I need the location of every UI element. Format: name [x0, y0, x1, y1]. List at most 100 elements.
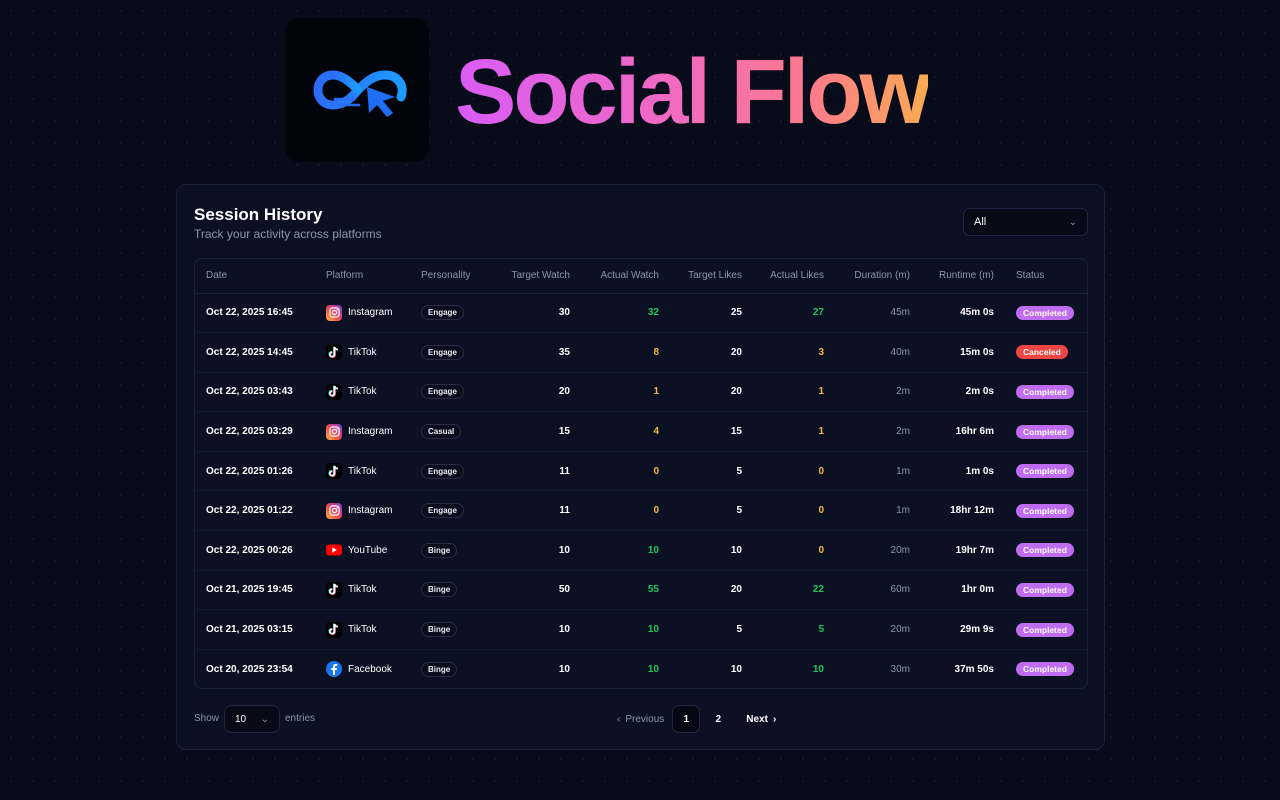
- next-page-button[interactable]: Next ›: [736, 714, 786, 725]
- table-row[interactable]: Oct 22, 2025 03:29 Instagram Casual 15 4 15 1 2…: [195, 411, 1087, 452]
- column-header[interactable]: Date: [195, 259, 315, 294]
- target-watch-cell: 30: [490, 293, 581, 334]
- personality-cell: Binge: [410, 530, 490, 571]
- status-badge: Completed: [1016, 543, 1074, 558]
- personality-cell: Engage: [410, 451, 490, 492]
- target-likes-cell: 5: [670, 490, 753, 532]
- instagram-icon: [326, 502, 342, 519]
- platform-cell: TikTok: [315, 372, 410, 413]
- table-row[interactable]: Oct 22, 2025 03:43 TikTok Engage 20 1 20 1 2m 2m…: [195, 372, 1087, 413]
- app-logo: [285, 18, 429, 162]
- session-table: Date Platform Personality Target Watch A…: [194, 258, 1088, 689]
- target-likes-cell: 20: [670, 570, 753, 611]
- date-cell: Oct 21, 2025 19:45: [195, 570, 315, 611]
- status-cell: Completed: [1005, 570, 1087, 611]
- runtime-cell: 2m 0s: [921, 372, 1005, 413]
- table-row[interactable]: Oct 20, 2025 23:54 Facebook Binge 10 10 10 10 3…: [195, 649, 1087, 688]
- runtime-cell: 15m 0s: [921, 332, 1005, 373]
- actual-likes-cell: 1: [753, 372, 835, 413]
- table-row[interactable]: Oct 22, 2025 16:45 Instagram Engage 30 32 25 2…: [195, 293, 1087, 334]
- target-likes-cell: 20: [670, 372, 753, 413]
- actual-likes-cell: 5: [753, 609, 835, 650]
- column-header[interactable]: Target Watch: [490, 259, 581, 294]
- table-row[interactable]: Oct 21, 2025 19:45 TikTok Binge 50 55 20 22 60m…: [195, 570, 1087, 611]
- actual-watch-cell: 1: [581, 372, 670, 413]
- platform-cell: Facebook: [315, 649, 410, 688]
- platform-name: TikTok: [348, 346, 377, 358]
- target-likes-cell: 25: [670, 293, 753, 334]
- actual-watch-cell: 8: [581, 332, 670, 373]
- target-likes-cell: 10: [730, 663, 742, 675]
- actual-likes-cell: 0: [753, 530, 835, 571]
- actual-likes-cell: 27: [753, 293, 835, 334]
- table-row[interactable]: Oct 21, 2025 03:15 TikTok Binge 10 10 5 5 20m 29…: [195, 609, 1087, 650]
- target-watch-cell: 15: [490, 411, 581, 452]
- column-header[interactable]: Duration (m): [835, 259, 921, 294]
- table-row[interactable]: Oct 22, 2025 14:45 TikTok Engage 35 8 20 3 40m 1…: [195, 332, 1087, 373]
- target-watch-cell: 35: [490, 332, 581, 373]
- chevron-down-icon: ⌄: [260, 713, 269, 725]
- platform-name: TikTok: [348, 465, 377, 477]
- page-size-value: 10: [235, 713, 247, 725]
- chevron-right-icon: ›: [772, 713, 777, 725]
- target-watch-cell: 10: [490, 609, 581, 650]
- column-header[interactable]: Personality: [410, 259, 490, 294]
- column-header[interactable]: Actual Watch: [581, 259, 670, 294]
- tiktok-icon: [326, 463, 342, 480]
- page-button-2[interactable]: 2: [704, 705, 732, 733]
- duration-cell: 40m: [835, 332, 921, 373]
- page-size-select[interactable]: 10 ⌄: [224, 705, 280, 733]
- runtime-cell: 18hr 12m: [921, 490, 1005, 532]
- target-watch-cell: 10: [558, 663, 570, 675]
- table-row[interactable]: Oct 22, 2025 01:22 Instagram Engage 11 0 5 0 1m…: [195, 490, 1087, 532]
- entries-label: entries: [285, 713, 316, 724]
- table-row[interactable]: Oct 22, 2025 00:26 YouTube Binge 10 10 10 0 20m…: [195, 530, 1087, 571]
- duration-cell: 60m: [835, 570, 921, 611]
- table-row[interactable]: Oct 22, 2025 01:26 TikTok Engage 11 0 5 0 1m 1m …: [195, 451, 1087, 492]
- target-likes-cell: 5: [670, 609, 753, 650]
- personality-tag: Engage: [421, 344, 464, 360]
- status-cell: Completed: [1005, 293, 1087, 334]
- date-cell: Oct 22, 2025 01:22: [195, 490, 315, 532]
- target-watch-cell: 11: [490, 451, 581, 492]
- previous-page-button[interactable]: ‹ Previous: [613, 714, 668, 725]
- personality-cell: Engage: [410, 293, 490, 334]
- personality-tag: Engage: [421, 503, 464, 519]
- filter-value: All: [974, 216, 987, 228]
- page-button-1[interactable]: 1: [672, 705, 701, 733]
- platform-cell: YouTube: [315, 530, 410, 571]
- platform-cell: Instagram: [315, 293, 410, 334]
- status-cell: Completed: [1005, 451, 1087, 492]
- personality-tag: Casual: [421, 424, 462, 440]
- platform-name: Facebook: [348, 663, 392, 675]
- facebook-icon: [326, 661, 342, 678]
- runtime-cell: 1hr 0m: [921, 570, 1005, 611]
- column-header[interactable]: Actual Likes: [753, 259, 835, 294]
- column-header[interactable]: Platform: [315, 259, 410, 294]
- status-cell: Completed: [1005, 411, 1087, 452]
- duration-cell: 20m: [835, 530, 921, 571]
- platform-cell: Instagram: [315, 490, 410, 532]
- status-cell: Canceled: [1005, 332, 1087, 373]
- status-cell: Completed: [1005, 372, 1087, 413]
- date-cell: Oct 22, 2025 14:45: [195, 332, 315, 373]
- platform-filter-select[interactable]: All ⌄: [963, 208, 1088, 236]
- actual-watch-cell: 32: [581, 293, 670, 334]
- target-likes-cell: 20: [670, 332, 753, 373]
- target-likes-cell: 10: [670, 530, 753, 571]
- personality-tag: Engage: [421, 463, 464, 479]
- duration-cell: 2m: [835, 411, 921, 452]
- personality-cell: Binge: [410, 649, 490, 688]
- date-cell: Oct 22, 2025 03:29: [195, 411, 315, 452]
- column-header[interactable]: Target Likes: [670, 259, 753, 294]
- column-header[interactable]: Status: [1005, 259, 1087, 294]
- actual-watch-cell: 10: [581, 609, 670, 650]
- chevron-left-icon: ‹: [617, 713, 621, 725]
- target-likes-cell: 15: [670, 411, 753, 452]
- actual-watch-cell: 10: [647, 663, 659, 675]
- table-header-row: Date Platform Personality Target Watch A…: [195, 259, 1087, 294]
- instagram-icon: [326, 304, 342, 321]
- column-header[interactable]: Runtime (m): [921, 259, 1005, 294]
- actual-likes-cell: 22: [753, 570, 835, 611]
- runtime-cell: 19hr 7m: [921, 530, 1005, 571]
